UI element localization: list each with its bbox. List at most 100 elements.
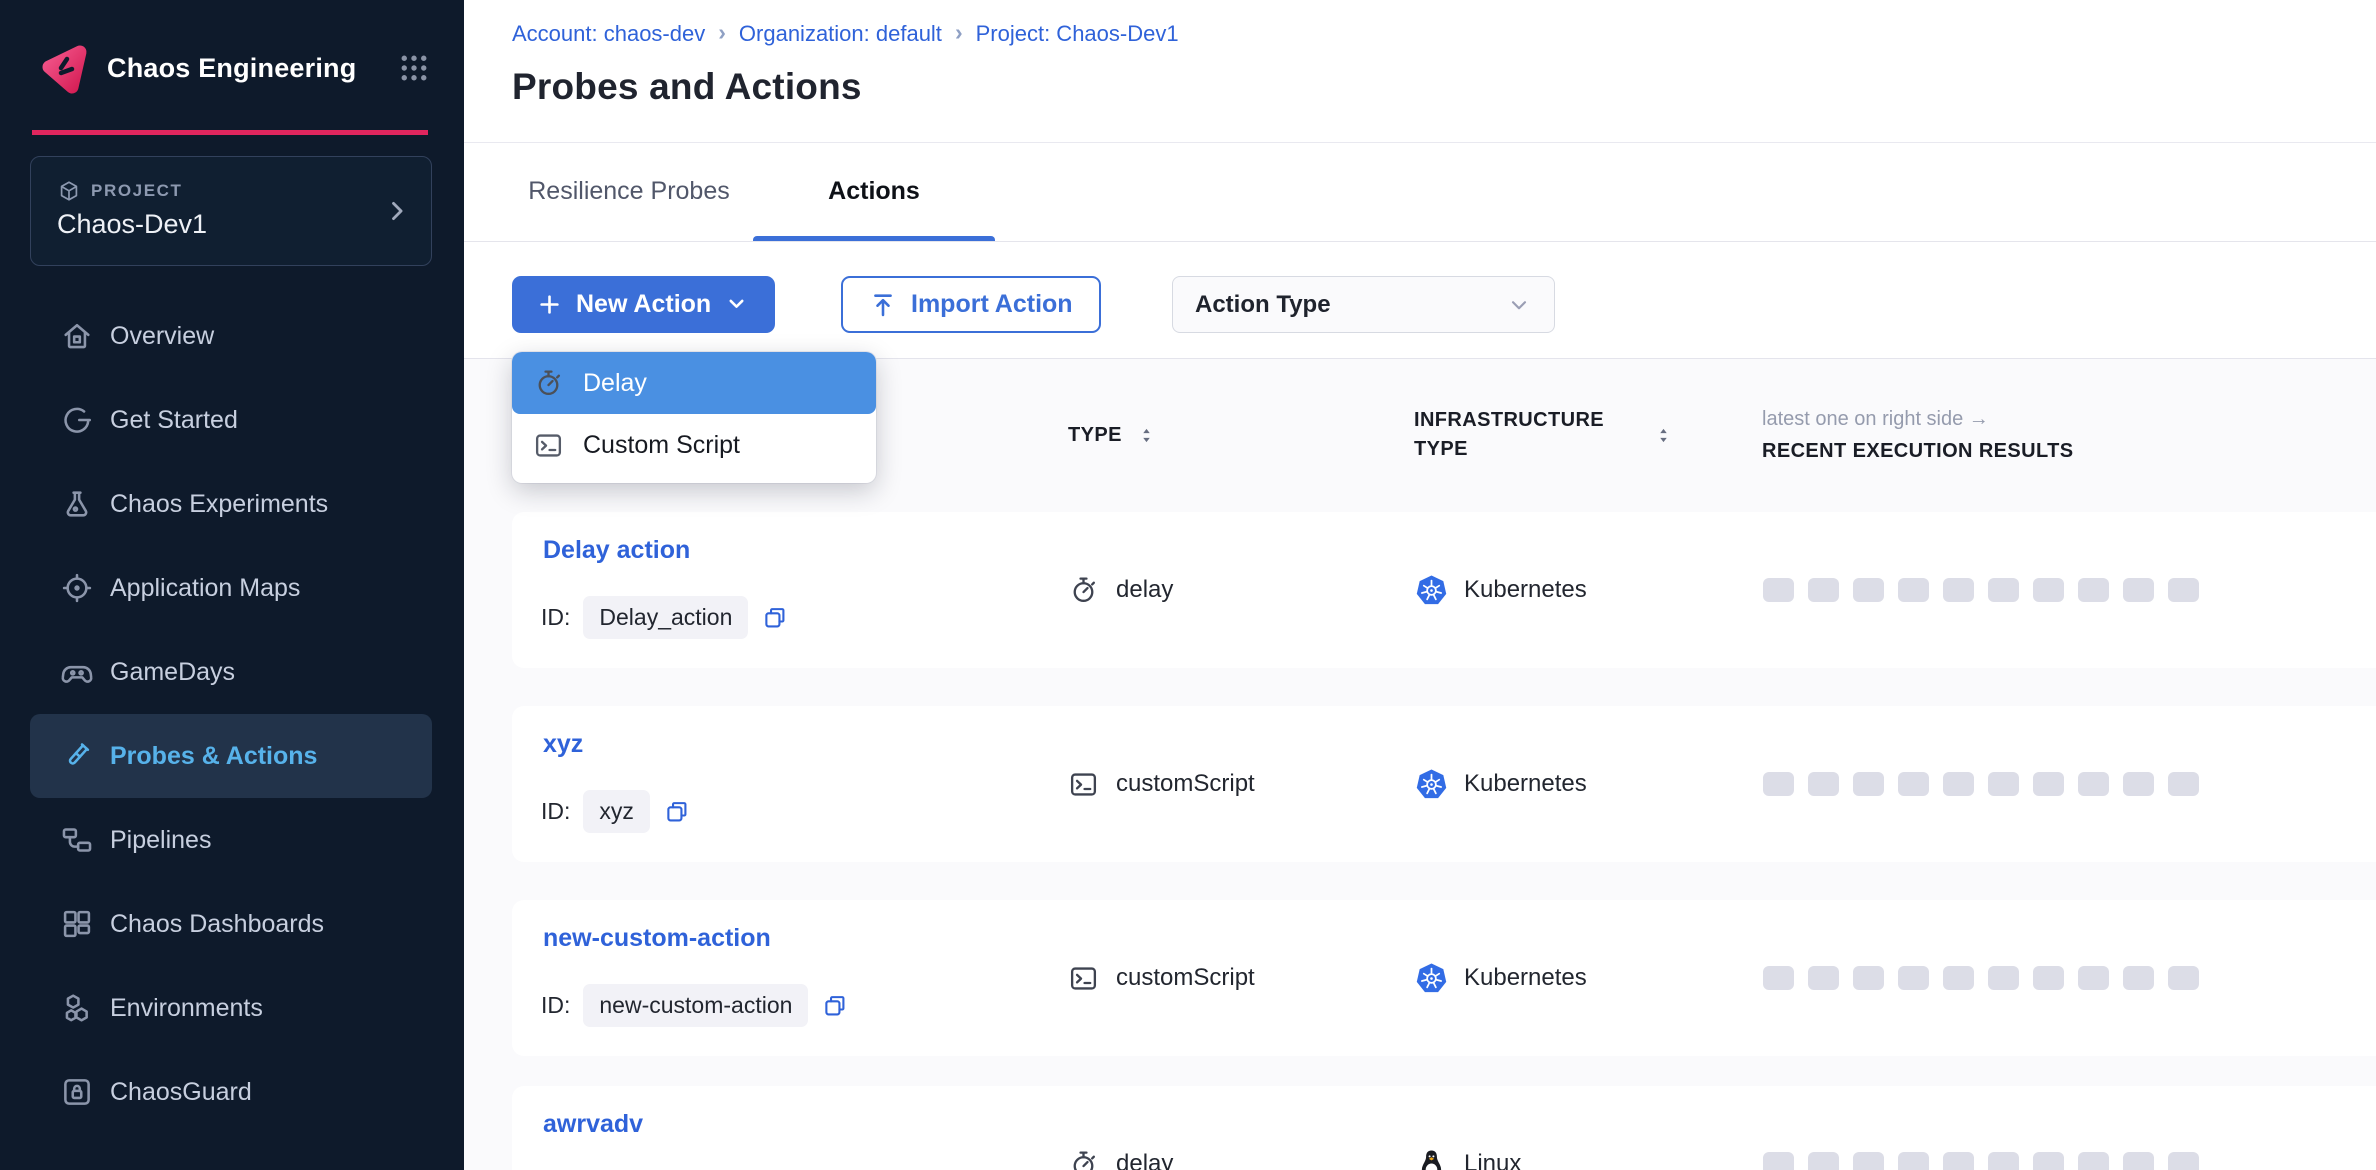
menu-item-label: Delay <box>583 369 647 398</box>
copy-icon[interactable] <box>821 992 849 1020</box>
sidebar-item-environments[interactable]: Environments <box>0 966 464 1050</box>
execution-result-placeholder <box>1808 772 1839 796</box>
cell-infrastructure: Linux <box>1414 1086 1521 1170</box>
action-type-select[interactable]: Action Type <box>1172 276 1555 333</box>
breadcrumb-link-1[interactable]: Organization: default <box>739 21 942 47</box>
execution-result-placeholder <box>1898 966 1929 990</box>
type-value: customScript <box>1116 964 1255 992</box>
execution-result-placeholder <box>1853 1152 1884 1170</box>
tab-actions[interactable]: Actions <box>753 142 995 241</box>
sidebar-item-label: Application Maps <box>110 574 300 603</box>
sidebar-nav: OverviewGet StartedChaos Experiments Appl… <box>0 294 464 1134</box>
execution-result-placeholder <box>1763 966 1794 990</box>
execution-result-placeholder <box>2168 966 2199 990</box>
new-action-button[interactable]: New Action <box>512 276 775 333</box>
sidebar-item-probes-actions[interactable]: Probes & Actions <box>30 714 432 798</box>
id-value: new-custom-action <box>583 984 808 1027</box>
header-divider <box>464 142 2376 143</box>
type-value: customScript <box>1116 770 1255 798</box>
execution-result-placeholder <box>1898 578 1929 602</box>
execution-result-placeholder <box>2168 772 2199 796</box>
id-label: ID: <box>541 798 570 825</box>
lock-square-icon <box>60 1075 94 1109</box>
execution-result-placeholder <box>2078 578 2109 602</box>
menu-item-delay[interactable]: Delay <box>512 352 876 414</box>
execution-result-placeholder <box>2123 578 2154 602</box>
table-row-xyz: xyzID:xyzcustomScriptKubernetes <box>512 706 2376 862</box>
cell-type: delay <box>1068 512 1173 668</box>
table-row-new-custom-action: new-custom-action ID: new-custom-action cus… <box>512 900 2376 1056</box>
flask-icon <box>60 487 94 521</box>
stopwatch-icon <box>1068 1149 1099 1170</box>
execution-result-placeholder <box>1853 772 1884 796</box>
execution-result-placeholder <box>2123 1152 2154 1170</box>
dashboards-icon <box>60 907 94 941</box>
copy-icon[interactable] <box>761 604 789 632</box>
breadcrumb-link-0[interactable]: Account: chaos-dev <box>512 21 705 47</box>
sidebar-item-chaos-dashboards[interactable]: Chaos Dashboards <box>0 882 464 966</box>
table-row-awrvadv: awrvadv delay Linux <box>512 1086 2376 1170</box>
type-value: delay <box>1116 1150 1173 1170</box>
gamepad-icon <box>60 655 94 689</box>
id-label: ID: <box>541 992 570 1019</box>
execution-result-placeholder <box>1853 966 1884 990</box>
execution-result-placeholder <box>1988 1152 2019 1170</box>
action-name-link[interactable]: awrvadv <box>543 1110 643 1139</box>
cell-infrastructure: Kubernetes <box>1414 512 1587 668</box>
terminal-icon <box>1068 963 1099 994</box>
cell-type: delay <box>1068 1086 1173 1170</box>
action-name-link[interactable]: new-custom-action <box>543 924 771 953</box>
execution-result-placeholder <box>2078 772 2109 796</box>
sidebar-item-pipelines[interactable]: Pipelines <box>0 798 464 882</box>
project-name: Chaos-Dev1 <box>57 209 207 240</box>
execution-result-placeholder <box>1943 578 1974 602</box>
sort-icon[interactable] <box>1653 425 1674 446</box>
breadcrumb: Account: chaos-dev›Organization: default… <box>512 20 1179 47</box>
execution-result-placeholder <box>1763 772 1794 796</box>
kubernetes-icon <box>1414 767 1449 802</box>
sort-icon[interactable] <box>1136 425 1157 446</box>
execution-result-placeholder <box>2033 772 2064 796</box>
copy-icon[interactable] <box>663 798 691 826</box>
new-action-label: New Action <box>576 290 711 319</box>
chevron-down-icon <box>1506 292 1532 318</box>
upload-icon <box>869 291 897 319</box>
project-selector[interactable]: PROJECT Chaos-Dev1 <box>30 156 432 266</box>
test-tube-icon <box>60 739 94 773</box>
action-type-value: Action Type <box>1195 291 1331 319</box>
linux-icon <box>1414 1147 1449 1170</box>
import-action-button[interactable]: Import Action <box>841 276 1101 333</box>
new-action-dropdown: Delay Custom Script <box>512 352 876 483</box>
sidebar-header: Chaos Engineering <box>36 36 432 100</box>
cell-results <box>1763 1086 2199 1170</box>
sidebar-item-label: Environments <box>110 994 263 1023</box>
row-id: ID:xyz <box>541 790 691 833</box>
cell-results <box>1763 706 2199 862</box>
column-header-infrastructure: INFRASTRUCTURE TYPE <box>1414 358 1674 512</box>
hexagons-icon <box>60 991 94 1025</box>
project-label: PROJECT <box>91 181 183 201</box>
sidebar-item-label: Chaos Dashboards <box>110 910 324 939</box>
module-grid-icon[interactable] <box>396 50 432 86</box>
kubernetes-icon <box>1414 961 1449 996</box>
sidebar-item-overview[interactable]: Overview <box>0 294 464 378</box>
infrastructure-value: Kubernetes <box>1464 576 1587 604</box>
action-name-link[interactable]: Delay action <box>543 536 690 565</box>
harness-logo-icon <box>36 40 92 96</box>
tab-resilience-probes[interactable]: Resilience Probes <box>515 142 743 241</box>
action-name-link[interactable]: xyz <box>543 730 583 759</box>
execution-result-placeholder <box>2033 578 2064 602</box>
main-content: Account: chaos-dev›Organization: default… <box>464 0 2376 1170</box>
execution-result-placeholder <box>1853 578 1884 602</box>
cell-results <box>1763 900 2199 1056</box>
sidebar-item-chaosguard[interactable]: ChaosGuard <box>0 1050 464 1134</box>
tabbar-divider <box>464 241 2376 242</box>
sidebar-item-gamedays[interactable]: GameDays <box>0 630 464 714</box>
sidebar-item-get-started[interactable]: Get Started <box>0 378 464 462</box>
menu-item-custom-script[interactable]: Custom Script <box>512 414 876 476</box>
sidebar-item-application-maps[interactable]: Application Maps <box>0 546 464 630</box>
sidebar-item-label: ChaosGuard <box>110 1078 252 1107</box>
cube-icon <box>57 179 81 203</box>
breadcrumb-link-2[interactable]: Project: Chaos-Dev1 <box>976 21 1179 47</box>
sidebar-item-chaos-experiments[interactable]: Chaos Experiments <box>0 462 464 546</box>
